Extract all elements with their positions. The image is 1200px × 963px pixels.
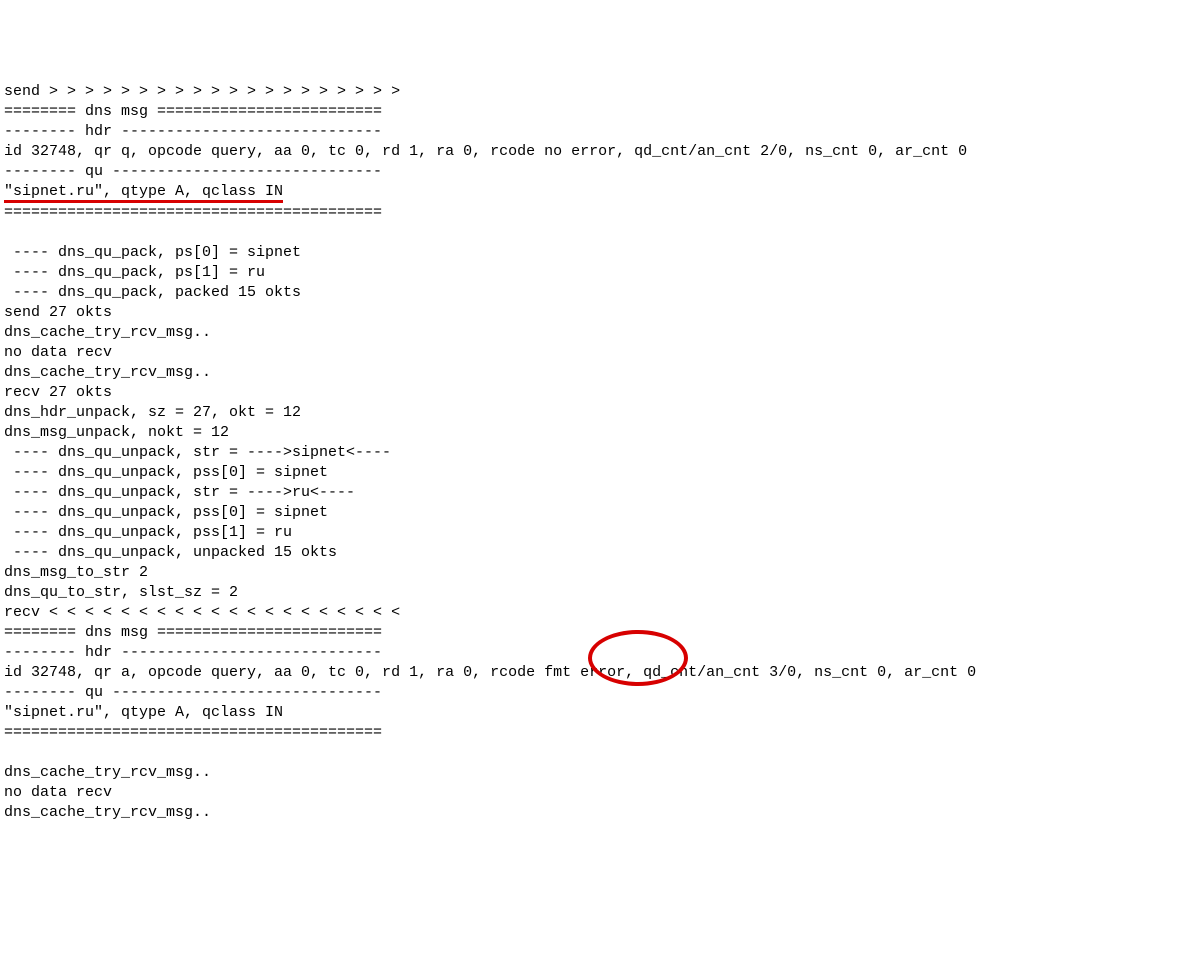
log-line: ---- dns_qu_unpack, str = ---->ru<---- — [4, 484, 355, 501]
log-line: ---- dns_qu_unpack, pss[0] = sipnet — [4, 464, 328, 481]
log-line: recv 27 okts — [4, 384, 112, 401]
log-line: ========================================… — [4, 204, 382, 221]
log-line: ========================================… — [4, 724, 382, 741]
log-line: -------- hdr ---------------------------… — [4, 644, 382, 661]
log-line: dns_msg_to_str 2 — [4, 564, 148, 581]
log-line: no data recv — [4, 784, 112, 801]
log-line: , qd_cnt/an_cnt 3/0, ns_cnt 0, ar_cnt 0 — [625, 664, 976, 681]
log-line: dns_qu_to_str, slst_sz = 2 — [4, 584, 238, 601]
log-line: ---- dns_qu_unpack, unpacked 15 okts — [4, 544, 337, 561]
log-line: dns_msg_unpack, nokt = 12 — [4, 424, 229, 441]
log-line: send 27 okts — [4, 304, 112, 321]
log-line: dns_cache_try_rcv_msg.. — [4, 764, 211, 781]
log-line: -------- qu ----------------------------… — [4, 684, 382, 701]
log-line: dns_cache_try_rcv_msg.. — [4, 804, 211, 821]
log-line: -------- qu ----------------------------… — [4, 163, 382, 180]
log-line: ---- dns_qu_pack, ps[0] = sipnet — [4, 244, 301, 261]
log-line: ======== dns msg =======================… — [4, 624, 382, 641]
log-line: dns_cache_try_rcv_msg.. — [4, 364, 211, 381]
log-line: recv < < < < < < < < < < < < < < < < < <… — [4, 604, 400, 621]
rcode-error-text: fmt error — [544, 664, 625, 681]
log-line: id 32748, qr q, opcode query, aa 0, tc 0… — [4, 143, 967, 160]
log-line: dns_cache_try_rcv_msg.. — [4, 324, 211, 341]
log-line: ---- dns_qu_pack, packed 15 okts — [4, 284, 301, 301]
query-line-highlighted: "sipnet.ru", qtype A, qclass IN — [4, 183, 283, 203]
log-line: -------- hdr ---------------------------… — [4, 123, 382, 140]
log-line: send > > > > > > > > > > > > > > > > > >… — [4, 83, 400, 100]
log-line: ---- dns_qu_unpack, pss[0] = sipnet — [4, 504, 328, 521]
log-line: dns_hdr_unpack, sz = 27, okt = 12 — [4, 404, 301, 421]
log-line: "sipnet.ru", qtype A, qclass IN — [4, 704, 283, 721]
log-line: no data recv — [4, 344, 112, 361]
log-line: ---- dns_qu_unpack, pss[1] = ru — [4, 524, 292, 541]
terminal-output: send > > > > > > > > > > > > > > > > > >… — [4, 82, 1196, 823]
log-line: ---- dns_qu_unpack, str = ---->sipnet<--… — [4, 444, 391, 461]
log-line: ======== dns msg =======================… — [4, 103, 382, 120]
log-line: id 32748, qr a, opcode query, aa 0, tc 0… — [4, 664, 544, 681]
log-line: ---- dns_qu_pack, ps[1] = ru — [4, 264, 265, 281]
